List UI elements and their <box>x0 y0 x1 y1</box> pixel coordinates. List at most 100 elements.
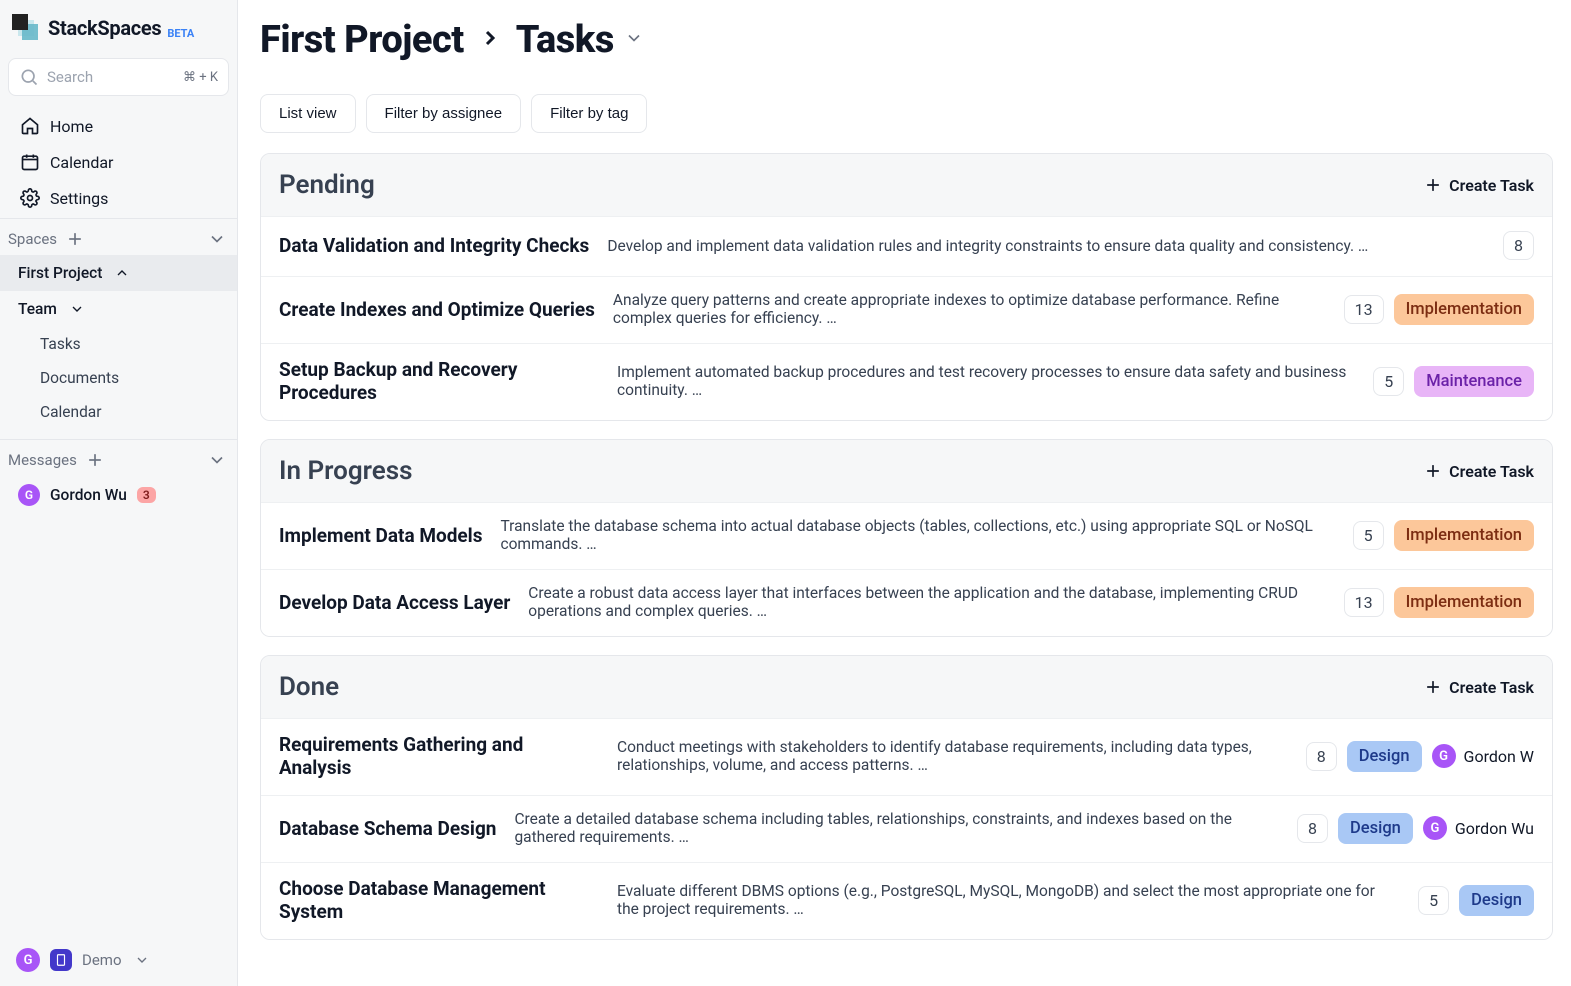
user-avatar[interactable]: G <box>16 948 40 972</box>
beta-badge: BETA <box>167 27 194 40</box>
task-description: Evaluate different DBMS options (e.g., P… <box>617 882 1400 918</box>
space-team-documents[interactable]: Documents <box>0 361 237 395</box>
breadcrumb-project[interactable]: First Project <box>260 18 464 62</box>
plus-icon <box>1423 461 1443 481</box>
space-team[interactable]: Team <box>0 291 237 327</box>
task-tag[interactable]: Design <box>1459 885 1534 916</box>
task-tag[interactable]: Maintenance <box>1414 366 1534 397</box>
task-tag[interactable]: Implementation <box>1394 520 1534 551</box>
space-first-project[interactable]: First Project <box>0 255 237 291</box>
filter-tag-button[interactable]: Filter by tag <box>531 94 647 133</box>
spaces-label: Spaces <box>8 230 57 248</box>
task-row[interactable]: Choose Database Management System Evaluat… <box>261 862 1552 939</box>
sidebar-footer: G Demo <box>0 934 237 986</box>
spaces-tree: First Project Team Tasks Documents Calen… <box>0 255 237 439</box>
task-row[interactable]: Setup Backup and Recovery ProceduresImpl… <box>261 343 1552 420</box>
search-shortcut: ⌘ + K <box>183 70 218 85</box>
avatar: G <box>1423 816 1447 840</box>
group-title: Pending <box>279 170 375 200</box>
messages-label: Messages <box>8 451 77 469</box>
nav-calendar[interactable]: Calendar <box>4 144 233 180</box>
create-task-label: Create Task <box>1449 176 1534 195</box>
task-tag[interactable]: Design <box>1338 813 1413 844</box>
task-title: Develop Data Access Layer <box>279 591 510 614</box>
group-header: In ProgressCreate Task <box>261 440 1552 502</box>
task-row[interactable]: Create Indexes and Optimize Queries Analy… <box>261 276 1552 343</box>
task-meta: 5 Implementation <box>1353 520 1534 551</box>
workspace-chip[interactable] <box>50 949 72 971</box>
task-title: Implement Data Models <box>279 524 482 547</box>
nav-home-label: Home <box>50 117 93 136</box>
nav-settings[interactable]: Settings <box>4 180 233 216</box>
task-row[interactable]: Data Validation and Integrity Checks Deve… <box>261 216 1552 276</box>
task-description: Create a robust data access layer that i… <box>528 584 1325 620</box>
task-row[interactable]: Develop Data Access Layer Create a robust… <box>261 569 1552 636</box>
task-assignee[interactable]: GGordon W <box>1432 744 1534 768</box>
task-meta: 5 Design <box>1418 885 1534 916</box>
create-task-button[interactable]: Create Task <box>1423 677 1534 697</box>
task-meta: 8 <box>1503 231 1534 260</box>
task-groups: Pending Create Task Data Validation and In… <box>260 153 1553 940</box>
workspace-menu-button[interactable] <box>132 950 152 970</box>
task-description: Develop and implement data validation ru… <box>607 237 1485 255</box>
task-points: 8 <box>1306 742 1337 771</box>
filter-assignee-button[interactable]: Filter by assignee <box>366 94 522 133</box>
nav-home[interactable]: Home <box>4 108 233 144</box>
chevron-up-icon <box>112 263 132 283</box>
task-points: 5 <box>1373 367 1404 396</box>
task-assignee[interactable]: GGordon Wu <box>1423 816 1534 840</box>
task-points: 13 <box>1344 295 1384 324</box>
space-team-tasks-label: Tasks <box>40 335 81 353</box>
sidebar: StackSpaces BETA Search ⌘ + K Home Calen… <box>0 0 238 986</box>
task-row[interactable]: Implement Data ModelsTranslate the datab… <box>261 502 1552 569</box>
task-meta: 5 Maintenance <box>1373 366 1534 397</box>
task-points: 5 <box>1353 521 1384 550</box>
group-title: Done <box>279 672 339 702</box>
chevron-right-icon <box>478 24 502 57</box>
app-logo <box>12 14 40 42</box>
task-description: Analyze query patterns and create approp… <box>613 291 1326 327</box>
list-view-button[interactable]: List view <box>260 94 356 133</box>
messages-collapse-button[interactable] <box>207 450 227 470</box>
task-meta: 8 Design GGordon W <box>1306 741 1534 772</box>
chevron-down-icon <box>67 299 87 319</box>
add-message-button[interactable] <box>85 450 105 470</box>
nav-calendar-label: Calendar <box>50 153 113 172</box>
primary-nav: Home Calendar Settings <box>0 106 237 218</box>
create-task-label: Create Task <box>1449 678 1534 697</box>
task-title: Requirements Gathering and Analysis <box>279 733 599 779</box>
message-thread-gordon[interactable]: G Gordon Wu 3 <box>0 476 237 514</box>
breadcrumb-section[interactable]: Tasks <box>516 18 614 62</box>
task-points: 5 <box>1418 886 1449 915</box>
task-description: Create a detailed database schema includ… <box>514 810 1279 846</box>
task-title: Database Schema Design <box>279 817 496 840</box>
messages-section-header: Messages <box>0 439 237 476</box>
space-team-tasks[interactable]: Tasks <box>0 327 237 361</box>
task-title: Create Indexes and Optimize Queries <box>279 298 595 321</box>
task-title: Data Validation and Integrity Checks <box>279 234 589 257</box>
nav-settings-label: Settings <box>50 189 108 208</box>
toolbar: List view Filter by assignee Filter by t… <box>260 94 1553 133</box>
assignee-name: Gordon W <box>1464 747 1534 766</box>
create-task-button[interactable]: Create Task <box>1423 461 1534 481</box>
task-tag[interactable]: Implementation <box>1394 294 1534 325</box>
task-title: Choose Database Management System <box>279 877 599 923</box>
add-space-button[interactable] <box>65 229 85 249</box>
avatar: G <box>18 484 40 506</box>
gear-icon <box>20 188 40 208</box>
space-team-calendar[interactable]: Calendar <box>0 395 237 429</box>
plus-icon <box>1423 175 1443 195</box>
task-row[interactable]: Requirements Gathering and Analysis Condu… <box>261 718 1552 795</box>
plus-icon <box>1423 677 1443 697</box>
app-name: StackSpaces <box>48 16 161 40</box>
spaces-collapse-button[interactable] <box>207 229 227 249</box>
task-tag[interactable]: Design <box>1347 741 1422 772</box>
section-dropdown-button[interactable] <box>624 28 644 53</box>
task-meta: 13Implementation <box>1344 587 1534 618</box>
task-description: Conduct meetings with stakeholders to id… <box>617 738 1288 774</box>
task-tag[interactable]: Implementation <box>1394 587 1534 618</box>
search-input[interactable]: Search ⌘ + K <box>8 58 229 96</box>
task-row[interactable]: Database Schema Design Create a detailed … <box>261 795 1552 862</box>
task-points: 8 <box>1503 231 1534 260</box>
create-task-button[interactable]: Create Task <box>1423 175 1534 195</box>
